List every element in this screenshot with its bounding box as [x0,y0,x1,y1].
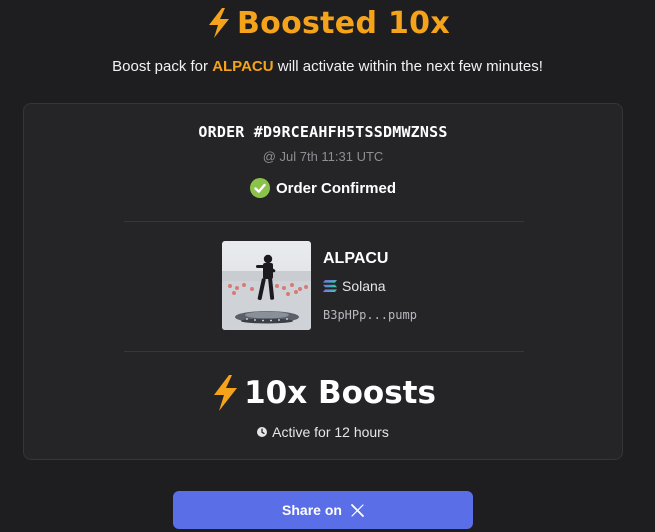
share-on-x-button[interactable]: Share on [173,491,473,529]
token-address[interactable]: B3pHPp...pump [323,308,417,322]
boost-amount: 10x Boosts [24,374,622,412]
order-card: ORDER #D9RCEAHFH5TSSDMWZNSS @ Jul 7th 11… [23,103,623,460]
divider [124,221,524,222]
solana-icon [323,280,337,292]
lightning-bolt-icon [209,8,230,38]
x-logo-icon [351,503,364,517]
subtitle-token-name: ALPACU [212,58,274,75]
token-image [222,241,311,330]
page-header: Boosted 10x [0,0,655,46]
token-name: ALPACU [323,250,389,267]
page-title: Boosted 10x [237,5,450,41]
divider [124,351,524,352]
order-status: Order Confirmed [24,178,622,198]
boost-label: 10x Boosts [244,375,436,411]
chain-label: Solana [342,278,386,294]
lightning-bolt-icon [214,375,238,411]
clock-icon [257,427,268,437]
check-circle-icon [249,178,270,198]
order-timestamp: @ Jul 7th 11:31 UTC [262,149,384,164]
order-status-label: Order Confirmed [275,179,396,197]
token-chain: Solana [323,278,386,294]
boost-duration: Active for 12 hours [24,424,622,440]
order-id: ORDER #D9RCEAHFH5TSSDMWZNSS [198,123,448,141]
activation-message: Boost pack for ALPACU will activate with… [112,58,543,75]
share-button-label: Share on [282,502,342,518]
boost-duration-label: Active for 12 hours [272,424,389,440]
